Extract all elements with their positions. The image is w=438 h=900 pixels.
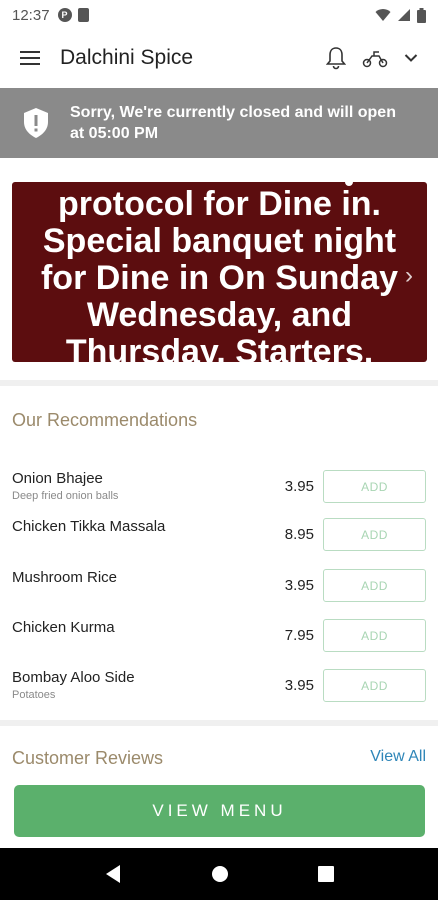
bell-icon[interactable]	[326, 46, 346, 70]
item-name: Mushroom Rice	[12, 569, 118, 586]
recommendations-title: Our Recommendations	[12, 410, 198, 430]
item-price: 3.95	[284, 677, 314, 694]
promo-text: protocol for Dine in. Special banquet ni…	[40, 185, 399, 363]
item-name: Chicken Kurma	[12, 619, 115, 636]
home-icon[interactable]	[211, 865, 229, 883]
carousel-indicator	[345, 178, 353, 186]
item-price: 7.95	[284, 627, 314, 644]
delivery-scooter-icon[interactable]	[362, 48, 388, 68]
item-name: Onion Bhajee	[12, 470, 103, 487]
app-bar: Dalchini Spice	[0, 30, 438, 86]
status-time: 12:37	[12, 6, 50, 24]
view-menu-button[interactable]: VIEW MENU	[14, 785, 425, 837]
section-divider	[0, 380, 438, 386]
section-divider	[0, 720, 438, 726]
view-all-link[interactable]: View All	[370, 748, 426, 766]
item-name: Chicken Tikka Massala	[12, 518, 166, 535]
wifi-icon	[375, 9, 391, 21]
signal-icon	[398, 9, 410, 21]
recommendation-item: Chicken Kurma 7.95 ADD	[0, 619, 438, 659]
add-button[interactable]: ADD	[323, 569, 426, 602]
item-description: Deep fried onion balls	[12, 490, 119, 502]
item-price: 8.95	[284, 526, 314, 543]
status-bar: 12:37 P	[0, 0, 438, 30]
item-name: Bombay Aloo Side	[12, 669, 135, 686]
item-price: 3.95	[284, 478, 314, 495]
recents-icon[interactable]	[317, 866, 334, 882]
closed-message: Sorry, We're currently closed and will o…	[70, 102, 396, 144]
recommendation-item: Mushroom Rice 3.95 ADD	[0, 569, 438, 609]
item-description: Potatoes	[12, 689, 56, 701]
recommendation-item: Chicken Tikka Massala 8.95 ADD	[0, 518, 438, 558]
closed-message-line2: at 05:00 PM	[70, 125, 159, 142]
add-button[interactable]: ADD	[323, 518, 426, 551]
sim-card-icon	[77, 8, 89, 22]
status-icons-left: P	[57, 8, 89, 22]
app-bar-actions	[326, 46, 418, 70]
add-button[interactable]: ADD	[323, 619, 426, 652]
recommendation-item: Onion Bhajee Deep fried onion balls 3.95…	[0, 470, 438, 510]
chevron-down-icon[interactable]	[404, 53, 418, 63]
closed-banner: Sorry, We're currently closed and will o…	[0, 88, 438, 158]
recommendation-item: Bombay Aloo Side Potatoes 3.95 ADD	[0, 669, 438, 709]
system-nav-bar	[0, 848, 438, 900]
app-title: Dalchini Spice	[60, 46, 194, 69]
chevron-right-icon[interactable]: ›	[405, 262, 413, 290]
promo-carousel[interactable]: protocol for Dine in. Special banquet ni…	[12, 182, 427, 362]
add-button[interactable]: ADD	[323, 669, 426, 702]
item-price: 3.95	[284, 577, 314, 594]
shield-alert-icon	[24, 108, 48, 138]
reviews-title: Customer Reviews	[12, 748, 164, 768]
add-button[interactable]: ADD	[323, 470, 426, 503]
menu-icon[interactable]	[20, 50, 40, 66]
app-notification-icon: P	[57, 8, 72, 22]
closed-message-line1: Sorry, We're currently closed and will o…	[70, 104, 396, 121]
status-icons-right	[375, 7, 426, 23]
battery-icon	[417, 7, 426, 23]
back-icon[interactable]	[104, 864, 122, 884]
